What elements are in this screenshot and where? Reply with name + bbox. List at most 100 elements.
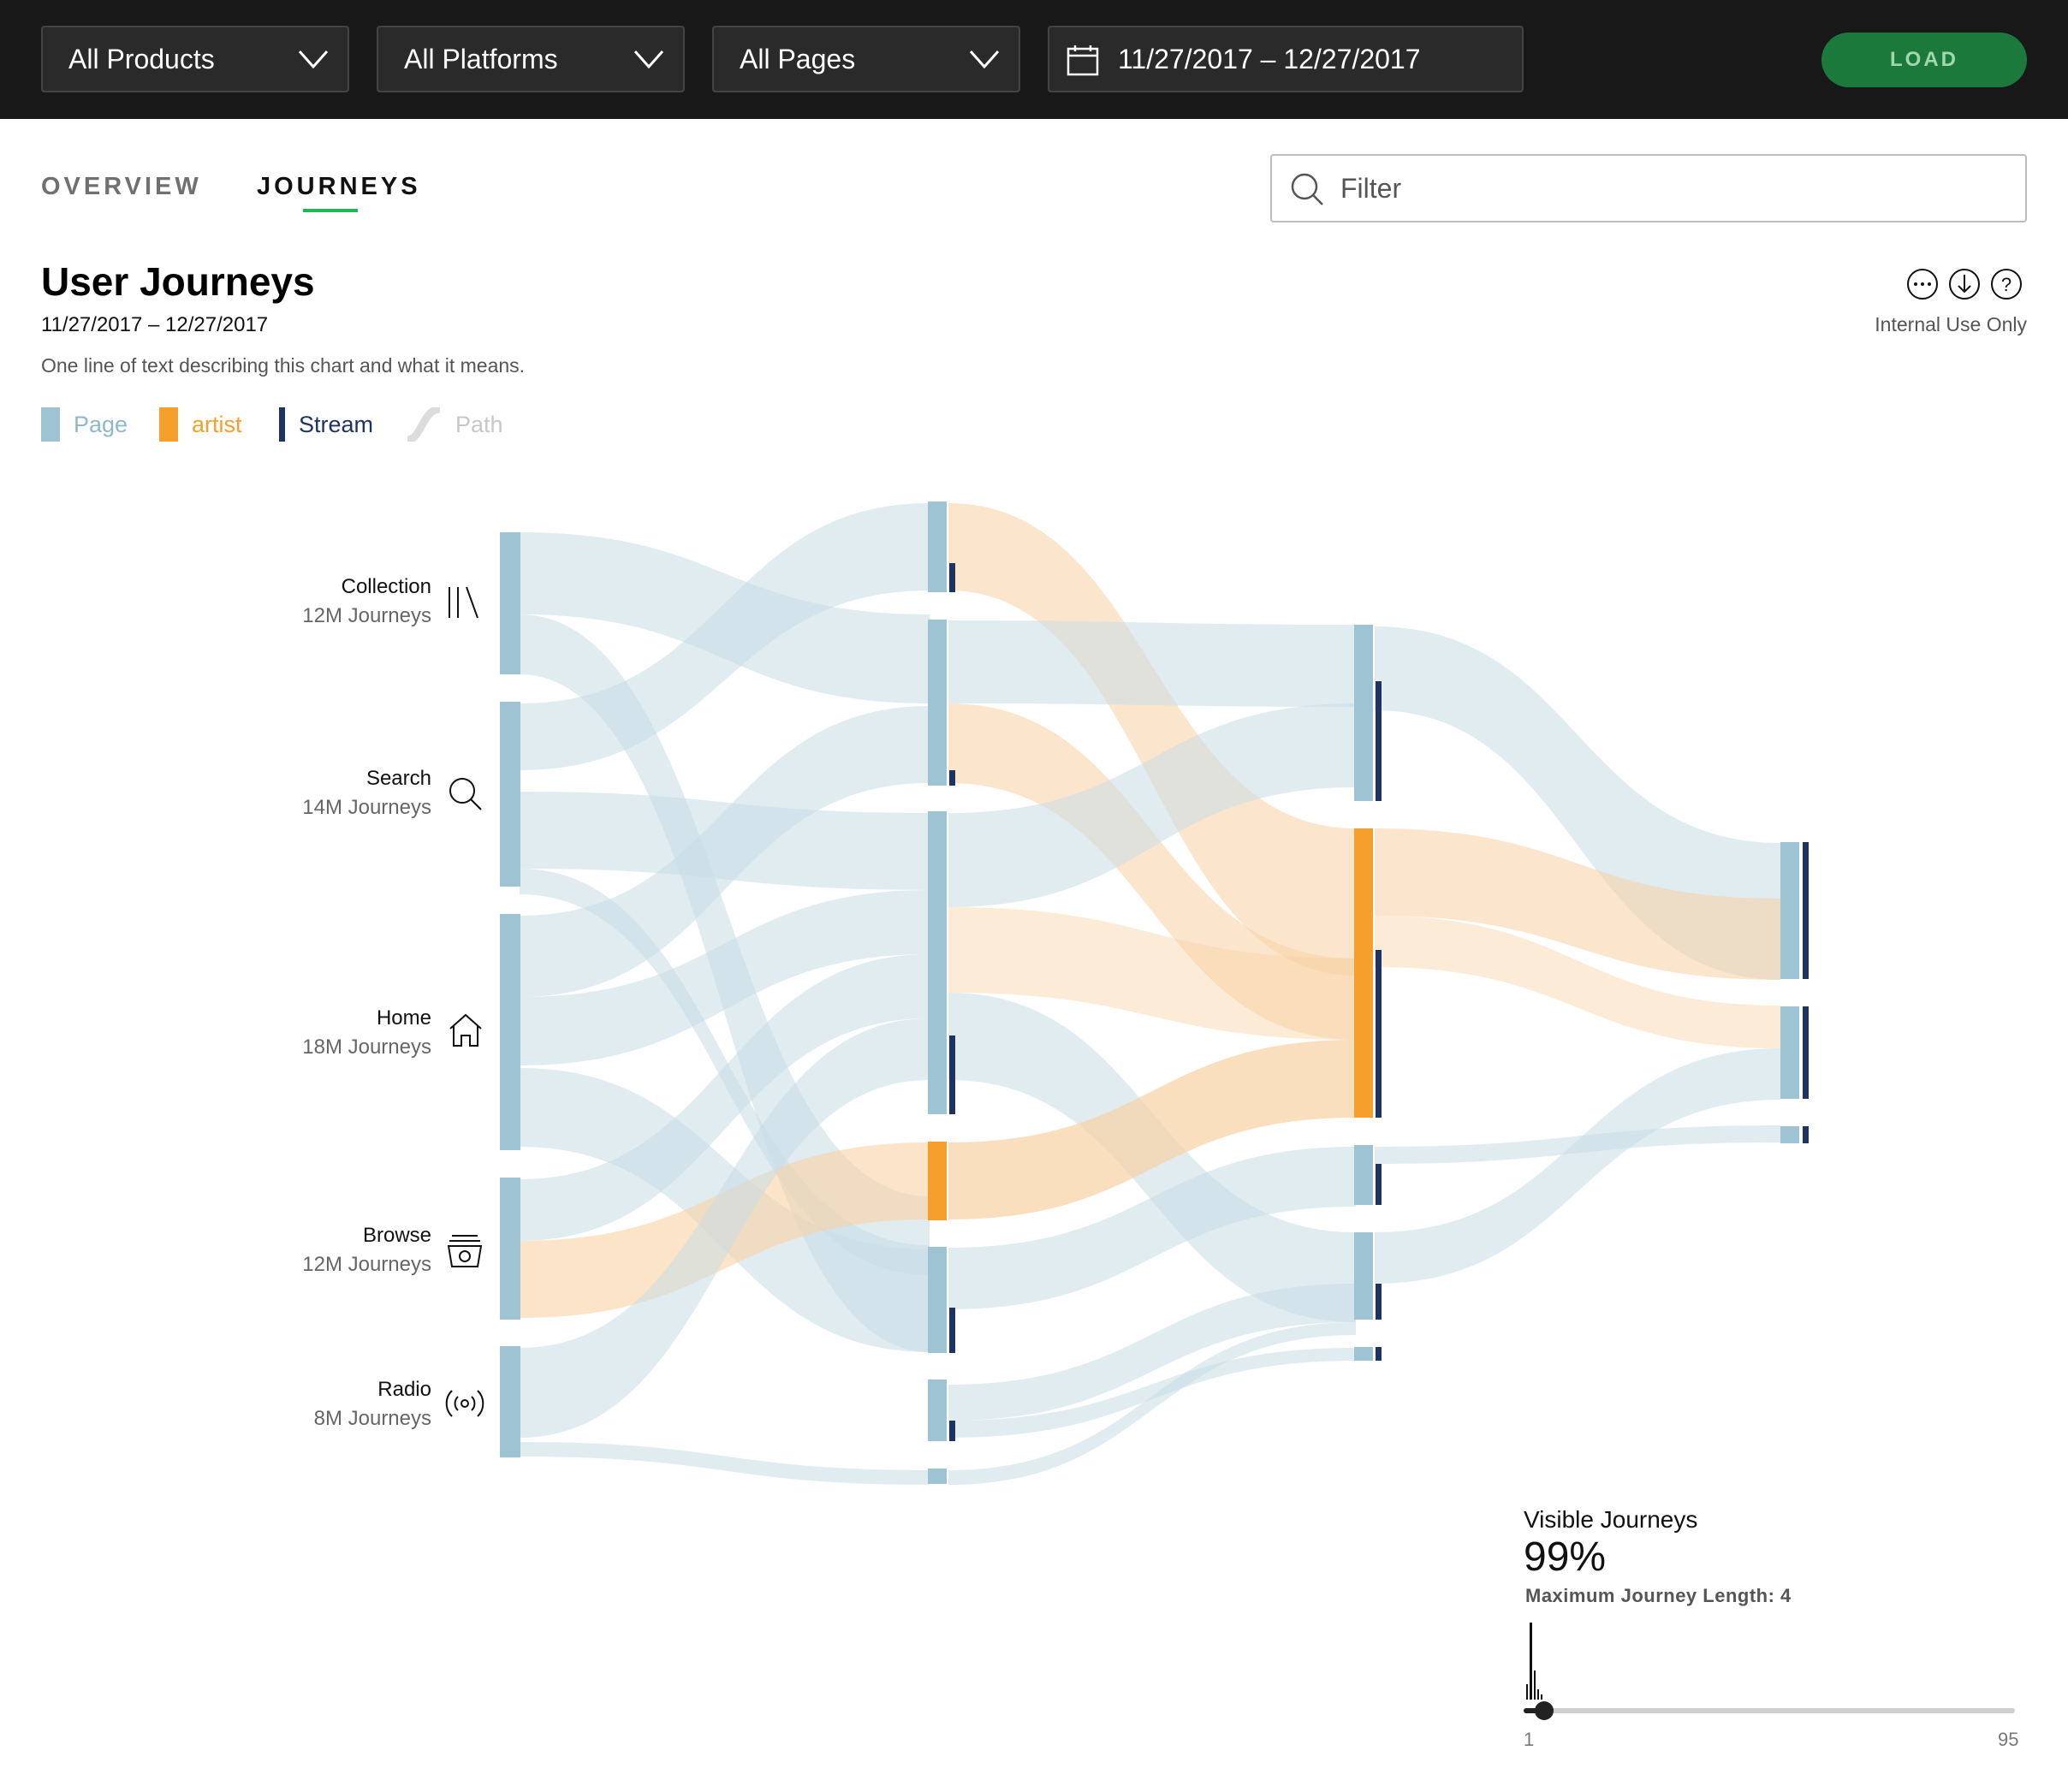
legend-page-label: Page: [74, 411, 128, 437]
chart-description: One line of text describing this chart a…: [41, 354, 526, 377]
legend-path: Path: [406, 406, 503, 443]
stream-step3-c[interactable]: [1803, 1126, 1809, 1143]
stream-step2-d[interactable]: [1376, 1347, 1382, 1361]
source-name: Home: [376, 1006, 431, 1030]
pages-dropdown[interactable]: All Pages: [712, 26, 1020, 92]
browse-icon: [447, 1235, 483, 1267]
chevron-down-icon: [633, 50, 664, 69]
node-step1-c[interactable]: [928, 811, 947, 1114]
source-count: 8M Journeys: [313, 1407, 431, 1430]
stream-step1-b[interactable]: [949, 770, 955, 786]
node-home[interactable]: [500, 914, 520, 1150]
svg-text:?: ?: [2001, 274, 2012, 295]
sankey-chart: [500, 501, 1809, 1485]
source-name: Collection: [341, 575, 431, 598]
node-search[interactable]: [500, 702, 520, 887]
legend-path-label: Path: [455, 411, 503, 437]
journey-length-histogram: [1526, 1623, 1542, 1700]
platforms-dropdown-label: All Platforms: [404, 43, 558, 74]
stream-step2-b[interactable]: [1376, 1164, 1382, 1205]
legend-stream: Stream: [279, 406, 373, 443]
source-label-search: Search 14M Journeys: [157, 767, 431, 820]
slider-handle[interactable]: [1535, 1701, 1554, 1720]
node-step2-artist[interactable]: [1354, 828, 1373, 1118]
source-label-radio: Radio 8M Journeys: [157, 1378, 431, 1431]
top-toolbar: All Products All Platforms All Pages 11/…: [0, 0, 2068, 119]
stream-step3-b[interactable]: [1803, 1006, 1809, 1099]
stream-step3-a[interactable]: [1803, 842, 1809, 979]
node-step1-b[interactable]: [928, 620, 947, 786]
node-step2-c[interactable]: [1354, 1232, 1373, 1320]
stream-step2-c[interactable]: [1376, 1284, 1382, 1320]
stream-step1-c[interactable]: [949, 1035, 955, 1114]
journey-path[interactable]: [1375, 1048, 1780, 1284]
node-collection[interactable]: [500, 532, 520, 674]
source-label-browse: Browse 12M Journeys: [157, 1224, 431, 1277]
legend-artist-label: artist: [192, 411, 242, 437]
source-label-collection: Collection 12M Journeys: [157, 575, 431, 628]
products-dropdown-label: All Products: [68, 43, 215, 74]
internal-use-note: Internal Use Only: [1875, 313, 2027, 335]
stream-step1-a[interactable]: [949, 563, 955, 592]
node-browse[interactable]: [500, 1178, 520, 1320]
products-dropdown[interactable]: All Products: [41, 26, 349, 92]
visible-journeys-label: Visible Journeys: [1524, 1506, 1698, 1533]
date-range-picker[interactable]: 11/27/2017 – 12/27/2017: [1048, 26, 1524, 92]
source-count: 14M Journeys: [302, 796, 431, 819]
node-step2-a[interactable]: [1354, 625, 1373, 801]
download-icon[interactable]: [1949, 269, 1980, 300]
slider-track[interactable]: [1524, 1708, 2015, 1713]
home-icon: [449, 1013, 482, 1047]
calendar-icon: [1067, 45, 1099, 76]
filter-input[interactable]: Filter: [1270, 154, 2027, 223]
chevron-down-icon: [969, 50, 1000, 69]
visible-journeys-value: 99%: [1524, 1534, 1607, 1580]
stream-step2-artist[interactable]: [1376, 950, 1382, 1118]
node-step2-b[interactable]: [1354, 1145, 1373, 1205]
journey-path[interactable]: [948, 620, 1356, 707]
node-step3-a[interactable]: [1780, 842, 1799, 979]
stream-swatch: [279, 407, 285, 442]
node-step1-f[interactable]: [928, 1469, 947, 1484]
load-button[interactable]: LOAD: [1821, 33, 2027, 87]
artist-swatch: [159, 407, 178, 442]
stream-step1-d[interactable]: [949, 1308, 955, 1353]
node-step1-e[interactable]: [928, 1380, 947, 1441]
search-icon: [449, 778, 482, 810]
node-step3-c[interactable]: [1780, 1126, 1799, 1143]
source-count: 12M Journeys: [302, 1253, 431, 1276]
source-count: 12M Journeys: [302, 604, 431, 627]
date-range-label: 11/27/2017 – 12/27/2017: [1118, 43, 1421, 74]
stream-step1-e[interactable]: [949, 1421, 955, 1441]
page-title: User Journeys: [41, 259, 315, 304]
help-icon[interactable]: ?: [1991, 269, 2022, 300]
tab-journeys[interactable]: JOURNEYS: [257, 173, 421, 201]
legend-artist: artist: [159, 406, 242, 443]
source-count: 18M Journeys: [302, 1035, 431, 1059]
node-step1-artist[interactable]: [928, 1142, 947, 1220]
slider-max-label: 95: [1998, 1729, 2019, 1750]
node-step2-d[interactable]: [1354, 1347, 1373, 1361]
source-name: Browse: [362, 1224, 431, 1247]
node-step1-d[interactable]: [928, 1247, 947, 1353]
platforms-dropdown[interactable]: All Platforms: [377, 26, 685, 92]
legend-page: Page: [41, 406, 128, 443]
journey-length-slider[interactable]: [1524, 1617, 2037, 1754]
journey-path[interactable]: [520, 1442, 930, 1485]
more-icon[interactable]: [1907, 269, 1938, 300]
node-step3-b[interactable]: [1780, 1006, 1799, 1099]
search-icon: [1291, 173, 1323, 205]
source-name: Radio: [377, 1378, 431, 1401]
chevron-down-icon: [298, 50, 329, 69]
tab-overview[interactable]: OVERVIEW: [41, 173, 202, 201]
node-radio[interactable]: [500, 1346, 520, 1457]
chart-actions: ?: [1907, 269, 2022, 300]
source-name: Search: [365, 767, 431, 790]
max-journey-length: Maximum Journey Length: 4: [1525, 1585, 1792, 1606]
path-swatch: [406, 407, 441, 442]
legend-stream-label: Stream: [299, 411, 374, 437]
stream-step2-a[interactable]: [1376, 681, 1382, 801]
slider-min-label: 1: [1524, 1729, 1535, 1750]
library-icon: [449, 586, 478, 619]
node-step1-a[interactable]: [928, 501, 947, 592]
